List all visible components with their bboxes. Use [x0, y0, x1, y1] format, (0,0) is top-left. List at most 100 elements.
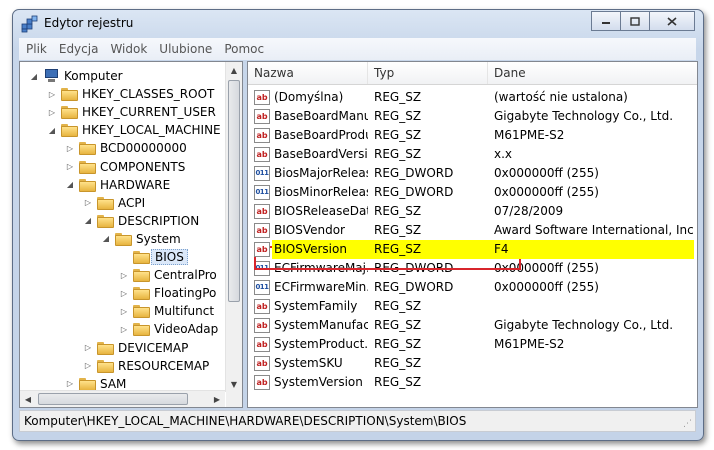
string-value-icon: ab: [254, 375, 270, 390]
collapsed-arrow-icon[interactable]: ▷: [118, 305, 130, 317]
tree-item-label: DEVICEMAP: [118, 340, 189, 355]
scroll-up-arrow-icon[interactable]: ▲: [226, 62, 242, 78]
tree-item[interactable]: ◢ DESCRIPTION: [82, 212, 199, 230]
expanded-arrow-icon[interactable]: ◢: [28, 70, 40, 82]
value-data: x.x: [494, 147, 513, 161]
value-name: (Domyślna): [274, 90, 344, 104]
collapsed-arrow-icon[interactable]: ▷: [46, 106, 58, 118]
value-row[interactable]: ab BIOSVersion REG_SZ F4: [248, 240, 697, 259]
maximize-icon: [630, 16, 640, 26]
tree-item[interactable]: ◢ HARDWARE: [64, 176, 170, 194]
scroll-down-arrow-icon[interactable]: ▼: [226, 376, 242, 392]
tree-item[interactable]: BIOS: [118, 248, 188, 266]
tree-item[interactable]: ◢ System: [100, 230, 181, 248]
dword-value-icon: 011: [254, 166, 270, 181]
tree-horizontal-scrollbar[interactable]: ◀ ▶: [20, 390, 225, 407]
tree-item-label: VideoAdap: [154, 322, 219, 337]
value-row[interactable]: ab SystemProduct... REG_SZ M61PME-S2: [248, 335, 697, 354]
collapsed-arrow-icon[interactable]: ▷: [118, 323, 130, 335]
value-name: BaseBoardManu...: [274, 109, 368, 123]
tree-item[interactable]: ▷ HKEY_CLASSES_ROOT: [46, 85, 214, 103]
expanded-arrow-icon[interactable]: ◢: [100, 233, 112, 245]
tree-vertical-scrollbar[interactable]: ▲ ▼: [225, 62, 242, 392]
scrollbar-corner: [226, 391, 242, 407]
expanded-arrow-icon[interactable]: ◢: [46, 124, 58, 136]
close-button[interactable]: [650, 11, 695, 31]
value-type: REG_SZ: [374, 109, 422, 123]
value-data: F4: [494, 240, 694, 259]
tree-item[interactable]: ▷ BCD00000000: [64, 139, 187, 157]
tree-item[interactable]: ▷ DEVICEMAP: [82, 339, 188, 357]
tree-item[interactable]: ▷ VideoAdap: [118, 320, 218, 338]
tree-item[interactable]: ◢ Komputer: [28, 67, 123, 85]
tree-item[interactable]: ▷ FloatingPo: [118, 284, 216, 302]
tree-item[interactable]: ▷ COMPONENTS: [64, 158, 185, 176]
tree-item[interactable]: ▷ HKEY_CURRENT_USER: [46, 103, 216, 121]
scroll-left-arrow-icon[interactable]: ◀: [20, 391, 36, 407]
maximize-button[interactable]: [621, 11, 650, 31]
value-type: REG_SZ: [374, 375, 422, 389]
menu-help[interactable]: Pomoc: [219, 42, 269, 56]
tree-scroll-thumb[interactable]: [228, 80, 240, 302]
tree-item[interactable]: ▷ Multifunct: [118, 302, 214, 320]
menu-view[interactable]: Widok: [105, 42, 152, 56]
column-header-type[interactable]: Typ: [368, 62, 488, 84]
menu-favorites[interactable]: Ulubione: [154, 42, 217, 56]
value-row[interactable]: ab BaseBoardVersion REG_SZ x.x: [248, 145, 697, 164]
tree-item[interactable]: ▷ ACPI: [82, 194, 145, 212]
collapsed-arrow-icon[interactable]: ▷: [82, 197, 94, 209]
value-row[interactable]: ab SystemManufac... REG_SZ Gigabyte Technol…: [248, 316, 697, 335]
tree-item-label: HKEY_CURRENT_USER: [82, 105, 216, 120]
value-row[interactable]: 011 BiosMajorRelease REG_DWORD 0x000000ff (…: [248, 164, 697, 183]
value-row[interactable]: ab BaseBoardProdu... REG_SZ M61PME-S2: [248, 126, 697, 145]
tree-item[interactable]: ◢ HKEY_LOCAL_MACHINE: [46, 121, 221, 139]
value-row[interactable]: ab SystemFamily REG_SZ: [248, 297, 697, 316]
tree-item[interactable]: ▷ CentralPro: [118, 266, 217, 284]
collapsed-arrow-icon[interactable]: ▷: [46, 88, 58, 100]
collapsed-arrow-icon[interactable]: ▷: [64, 378, 76, 390]
value-data: M61PME-S2: [494, 337, 565, 351]
expanded-arrow-icon[interactable]: ◢: [64, 179, 76, 191]
value-row[interactable]: ab (Domyślna) REG_SZ (wartość nie ustalona): [248, 88, 697, 107]
value-row[interactable]: 011 ECFirmwareMin... REG_DWORD 0x000000ff (…: [248, 278, 697, 297]
menu-file[interactable]: Plik: [21, 42, 52, 56]
collapsed-arrow-icon[interactable]: ▷: [82, 342, 94, 354]
value-data: 0x000000ff (255): [494, 261, 599, 275]
column-header-name[interactable]: Nazwa: [248, 62, 368, 84]
close-icon: [667, 16, 677, 26]
value-row[interactable]: ab SystemSKU REG_SZ: [248, 354, 697, 373]
minimize-button[interactable]: [591, 11, 621, 31]
collapsed-arrow-icon[interactable]: ▷: [64, 142, 76, 154]
value-row[interactable]: 011 BiosMinorRelease REG_DWORD 0x000000ff (…: [248, 183, 697, 202]
resize-grip-icon[interactable]: ⋰: [683, 419, 693, 429]
list-header: Nazwa Typ Dane: [248, 62, 697, 85]
value-row[interactable]: ab SystemVersion REG_SZ: [248, 373, 697, 392]
scroll-right-arrow-icon[interactable]: ▶: [209, 391, 225, 407]
expanded-arrow-icon[interactable]: ◢: [82, 215, 94, 227]
string-value-icon: ab: [254, 147, 270, 162]
tree-item-label: ACPI: [118, 195, 146, 210]
tree-rows: ◢ Komputer ▷ HKEY_CLASSES_ROOT ▷ HKEY_CURRENT…: [20, 62, 225, 392]
collapsed-arrow-icon[interactable]: ▷: [64, 161, 76, 173]
expander-placeholder: [118, 251, 130, 263]
collapsed-arrow-icon[interactable]: ▷: [82, 360, 94, 372]
folder-icon: [133, 304, 150, 319]
collapsed-arrow-icon[interactable]: ▷: [118, 287, 130, 299]
column-header-data[interactable]: Dane: [488, 62, 697, 84]
title-bar[interactable]: Edytor rejestru: [13, 10, 703, 38]
folder-icon: [79, 160, 96, 174]
dword-value-icon: 011: [254, 185, 270, 200]
value-type: REG_DWORD: [374, 280, 454, 294]
value-name: SystemSKU: [274, 356, 343, 370]
value-data: [494, 373, 694, 392]
tree-hscroll-thumb[interactable]: [38, 393, 188, 405]
value-name: BiosMajorRelease: [274, 166, 368, 180]
tree-item[interactable]: ▷ RESOURCEMAP: [82, 357, 209, 375]
value-row[interactable]: ab BIOSReleaseDate REG_SZ 07/28/2009: [248, 202, 697, 221]
value-row[interactable]: ab BIOSVendor REG_SZ Award Software Interna…: [248, 221, 697, 240]
values-list: Nazwa Typ Dane ab (Domyślna) REG_SZ (wartoś…: [247, 61, 698, 408]
collapsed-arrow-icon[interactable]: ▷: [118, 269, 130, 281]
value-row[interactable]: ab BaseBoardManu... REG_SZ Gigabyte Technol…: [248, 107, 697, 126]
menu-edit[interactable]: Edycja: [54, 42, 104, 56]
registry-editor-window: Edytor rejestru Plik Edycja Widok Ulubio…: [12, 9, 704, 441]
